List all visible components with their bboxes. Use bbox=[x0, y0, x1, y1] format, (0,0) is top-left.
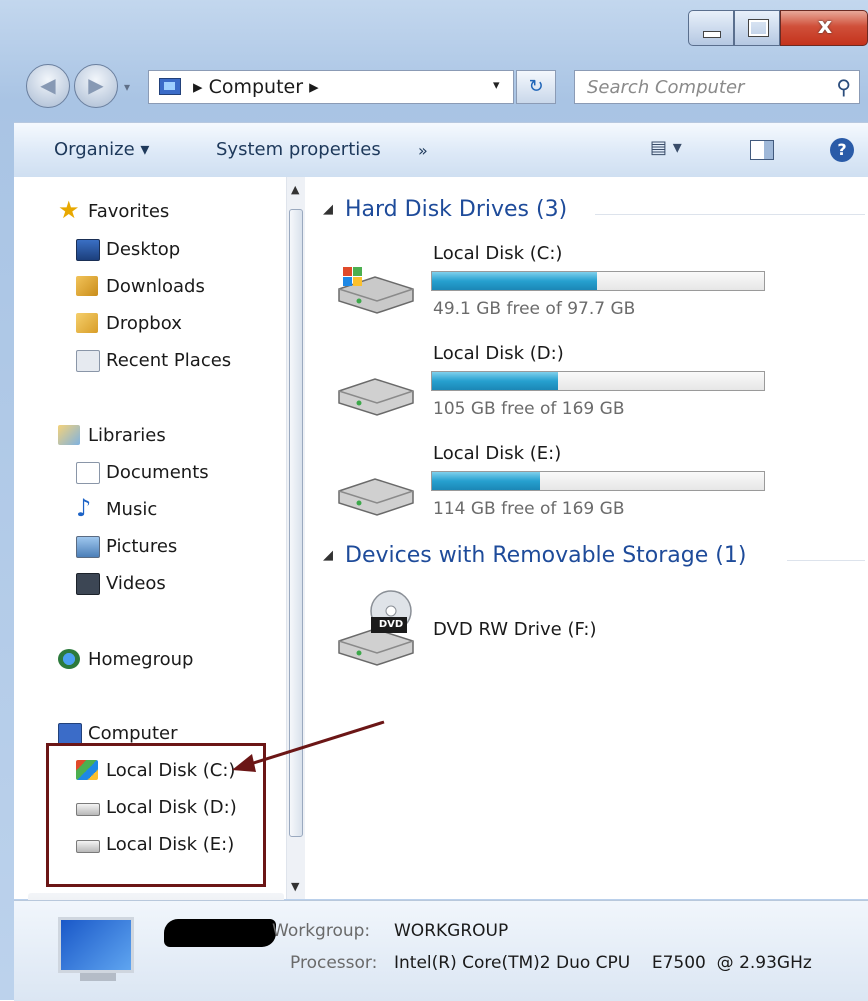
group-divider bbox=[787, 560, 865, 561]
help-icon[interactable]: ? bbox=[830, 138, 854, 162]
minimize-button[interactable] bbox=[688, 10, 734, 46]
drive-usage-bar bbox=[431, 471, 765, 491]
drive-name: Local Disk (C:) bbox=[433, 243, 563, 264]
drive-usage-fill bbox=[432, 372, 558, 390]
minimize-icon bbox=[703, 31, 721, 38]
windows-drive-icon bbox=[338, 267, 414, 314]
drive-name: Local Disk (D:) bbox=[433, 343, 564, 364]
processor-value: Intel(R) Core(TM)2 Duo CPU E7500 @ 2.93G… bbox=[394, 953, 812, 973]
recent-pages-dropdown[interactable]: ▾ bbox=[124, 80, 130, 94]
refresh-button[interactable]: ↻ bbox=[516, 70, 556, 104]
search-input[interactable]: Search Computer ⚲ bbox=[574, 70, 860, 104]
forward-button[interactable]: ▶ bbox=[74, 64, 118, 108]
workgroup-value: WORKGROUP bbox=[394, 921, 509, 941]
group-header-label: Devices with Removable Storage (1) bbox=[345, 543, 747, 568]
change-view-button[interactable]: ▤ ▾ bbox=[650, 137, 682, 158]
workgroup-label: Workgroup: bbox=[272, 921, 371, 941]
preview-pane-icon[interactable] bbox=[750, 140, 774, 160]
processor-label: Processor: bbox=[290, 953, 378, 973]
sidebar-item-label: Homegroup bbox=[88, 649, 194, 670]
address-path[interactable]: ▸ Computer ▸ bbox=[193, 76, 319, 98]
back-button[interactable]: ◀ bbox=[26, 64, 70, 108]
address-bar[interactable]: ▸ Computer ▸ ▾ bbox=[148, 70, 514, 104]
scroll-thumb[interactable] bbox=[289, 209, 303, 837]
address-dropdown-icon[interactable]: ▾ bbox=[493, 78, 500, 93]
computer-stand-icon bbox=[80, 973, 116, 981]
organize-button[interactable]: Organize ▾ bbox=[54, 139, 149, 160]
computer-icon bbox=[58, 723, 82, 745]
collapse-triangle-icon[interactable]: ◢ bbox=[323, 202, 333, 217]
videos-icon bbox=[76, 573, 100, 595]
more-commands-button[interactable]: » bbox=[418, 141, 428, 160]
group-header-label: Hard Disk Drives (3) bbox=[345, 197, 568, 222]
drive-usage-fill bbox=[432, 272, 597, 290]
group-header-removable[interactable]: ◢ Devices with Removable Storage (1) bbox=[323, 543, 746, 568]
forward-arrow-icon: ▶ bbox=[88, 73, 104, 97]
dropbox-icon bbox=[76, 313, 98, 333]
drive-usage-bar bbox=[431, 271, 765, 291]
dvd-badge: DVD bbox=[378, 619, 404, 630]
sidebar-item-label: Music bbox=[106, 499, 158, 520]
drive-free-space: 105 GB free of 169 GB bbox=[433, 399, 625, 419]
pictures-icon bbox=[76, 536, 100, 558]
computer-large-icon bbox=[58, 917, 134, 973]
drive-free-space: 49.1 GB free of 97.7 GB bbox=[433, 299, 636, 319]
scroll-down-icon[interactable]: ▼ bbox=[291, 880, 299, 893]
drive-icon bbox=[338, 478, 414, 516]
redacted-computer-name bbox=[164, 919, 276, 947]
recent-places-icon bbox=[76, 350, 100, 372]
drive-name: DVD RW Drive (F:) bbox=[433, 619, 597, 640]
close-button[interactable]: x bbox=[780, 10, 868, 46]
drive-usage-fill bbox=[432, 472, 540, 490]
close-icon: x bbox=[817, 14, 833, 39]
system-properties-button[interactable]: System properties bbox=[216, 139, 381, 160]
content-pane: ◢ Hard Disk Drives (3) Local Disk (C:) 49… bbox=[305, 177, 868, 899]
scroll-up-icon[interactable]: ▲ bbox=[291, 183, 299, 196]
star-icon: ★ bbox=[58, 196, 80, 224]
drive-icon bbox=[338, 378, 414, 416]
sidebar-item-label: Documents bbox=[106, 462, 209, 483]
explorer-window: x ◀ ▶ ▾ ▸ Computer ▸ ▾ ↻ Search Computer… bbox=[0, 0, 868, 1001]
group-divider bbox=[595, 214, 865, 215]
command-bar: Organize ▾ System properties » ▤ ▾ ? bbox=[14, 122, 868, 178]
homegroup-icon bbox=[58, 649, 80, 669]
sidebar-item-label: Pictures bbox=[106, 536, 178, 557]
drive-usage-bar bbox=[431, 371, 765, 391]
back-arrow-icon: ◀ bbox=[40, 73, 56, 97]
collapse-triangle-icon[interactable]: ◢ bbox=[323, 548, 333, 563]
sidebar-item-label: Dropbox bbox=[106, 313, 182, 334]
music-icon: ♪ bbox=[76, 494, 92, 522]
maximize-icon bbox=[749, 20, 768, 36]
computer-icon bbox=[159, 78, 181, 95]
downloads-icon bbox=[76, 276, 98, 296]
sidebar-item-label: Desktop bbox=[106, 239, 181, 260]
sidebar-item-label: Videos bbox=[106, 573, 166, 594]
search-placeholder: Search Computer bbox=[587, 77, 745, 98]
documents-icon bbox=[76, 462, 100, 484]
sidebar-item-label: Libraries bbox=[88, 425, 166, 446]
search-icon[interactable]: ⚲ bbox=[836, 75, 851, 99]
drive-free-space: 114 GB free of 169 GB bbox=[433, 499, 625, 519]
sidebar-item-label: Downloads bbox=[106, 276, 205, 297]
sidebar-item-label: Recent Places bbox=[106, 350, 232, 371]
details-pane: Workgroup: WORKGROUP Processor: Intel(R)… bbox=[14, 900, 868, 1001]
desktop-icon bbox=[76, 239, 100, 261]
annotation-box bbox=[46, 743, 266, 887]
title-bar: x bbox=[0, 0, 868, 56]
drive-name: Local Disk (E:) bbox=[433, 443, 562, 464]
group-header-hard-disks[interactable]: ◢ Hard Disk Drives (3) bbox=[323, 197, 567, 222]
maximize-button[interactable] bbox=[734, 10, 780, 46]
nav-scrollbar[interactable]: ▲ ▼ bbox=[286, 177, 305, 899]
sidebar-item-label: Favorites bbox=[88, 201, 170, 222]
libraries-icon bbox=[58, 425, 80, 445]
